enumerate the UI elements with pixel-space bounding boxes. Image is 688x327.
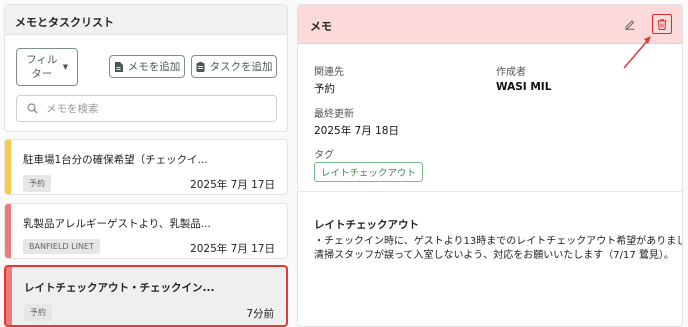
- edit-pencil-icon[interactable]: [624, 18, 636, 30]
- memo-tag: 予約: [23, 175, 51, 192]
- detail-header: メモ: [298, 5, 682, 44]
- memo-date: 2025年 7月 17日: [190, 243, 275, 255]
- memo-title: レイトチェックアウト・チェックイン...: [24, 282, 215, 294]
- delete-button[interactable]: [652, 14, 672, 34]
- memo-list-item[interactable]: 駐車場1台分の確保希望（チェックイ... 予約 2025年 7月 17日: [4, 139, 288, 195]
- memo-search-input[interactable]: メモを検索: [16, 95, 277, 122]
- add-task-button[interactable]: タスクを追加: [191, 55, 277, 78]
- updated-value: 2025年 7月 18日: [314, 125, 399, 137]
- memo-title: 駐車場1台分の確保希望（チェックイ...: [23, 154, 208, 166]
- note-title: レイトチェックアウト: [314, 219, 419, 231]
- memo-task-list-panel: メモとタスクリスト フィルター ▼ メモを追加 タスクを追加 メモを検索 駐車場…: [4, 4, 288, 327]
- caret-down-icon: ▼: [62, 63, 69, 71]
- memo-date: 2025年 7月 17日: [190, 179, 275, 191]
- memo-title: 乳製品アレルギーゲストより、乳製品...: [23, 218, 211, 230]
- note-body-line: ・チェックイン時に、ゲストより13時までのレイトチェックアウト希望がありました。: [314, 236, 683, 247]
- author-label: 作成者: [496, 67, 526, 78]
- memo-color-bar: [6, 267, 12, 325]
- memo-tag: 予約: [24, 304, 52, 321]
- add-memo-button[interactable]: メモを追加: [109, 55, 185, 78]
- related-value: 予約: [314, 83, 335, 95]
- author-value: WASI MIL: [496, 81, 552, 93]
- detail-title: メモ: [310, 20, 332, 33]
- memo-tag: BANFIELD LINET: [23, 239, 100, 254]
- divider: [298, 191, 682, 192]
- memo-color-bar: [5, 140, 11, 194]
- panel-title: メモとタスクリスト: [5, 5, 287, 35]
- search-placeholder: メモを検索: [46, 103, 99, 115]
- related-label: 関連先: [314, 67, 344, 78]
- clipboard-icon: [196, 61, 204, 72]
- memo-color-bar: [5, 204, 11, 258]
- tag-badge: レイトチェックアウト: [314, 162, 424, 182]
- note-body-line: 清掃スタッフが誤って入室しないよう、対応をお願いいたします（7/17 鷺見）。: [314, 250, 674, 261]
- add-memo-label: メモを追加: [127, 61, 181, 73]
- filter-button[interactable]: フィルター ▼: [16, 48, 78, 86]
- filter-label: フィルター: [26, 54, 58, 80]
- search-icon: [27, 103, 38, 114]
- list-controls: メモとタスクリスト フィルター ▼ メモを追加 タスクを追加 メモを検索: [4, 4, 288, 132]
- updated-label: 最終更新: [314, 109, 354, 120]
- memo-list-item[interactable]: 乳製品アレルギーゲストより、乳製品... BANFIELD LINET 2025…: [4, 203, 288, 259]
- memo-icon: [114, 61, 123, 72]
- memo-date: 7分前: [246, 308, 274, 320]
- memo-list-item-selected[interactable]: レイトチェックアウト・チェックイン... 予約 7分前: [4, 265, 288, 327]
- add-task-label: タスクを追加: [209, 61, 273, 73]
- memo-detail-panel: メモ 関連先 予約 作成者 WASI MIL 最終更新 2025年 7月 18日…: [297, 4, 683, 327]
- tags-label: タグ: [314, 150, 334, 161]
- trash-icon: [657, 18, 667, 30]
